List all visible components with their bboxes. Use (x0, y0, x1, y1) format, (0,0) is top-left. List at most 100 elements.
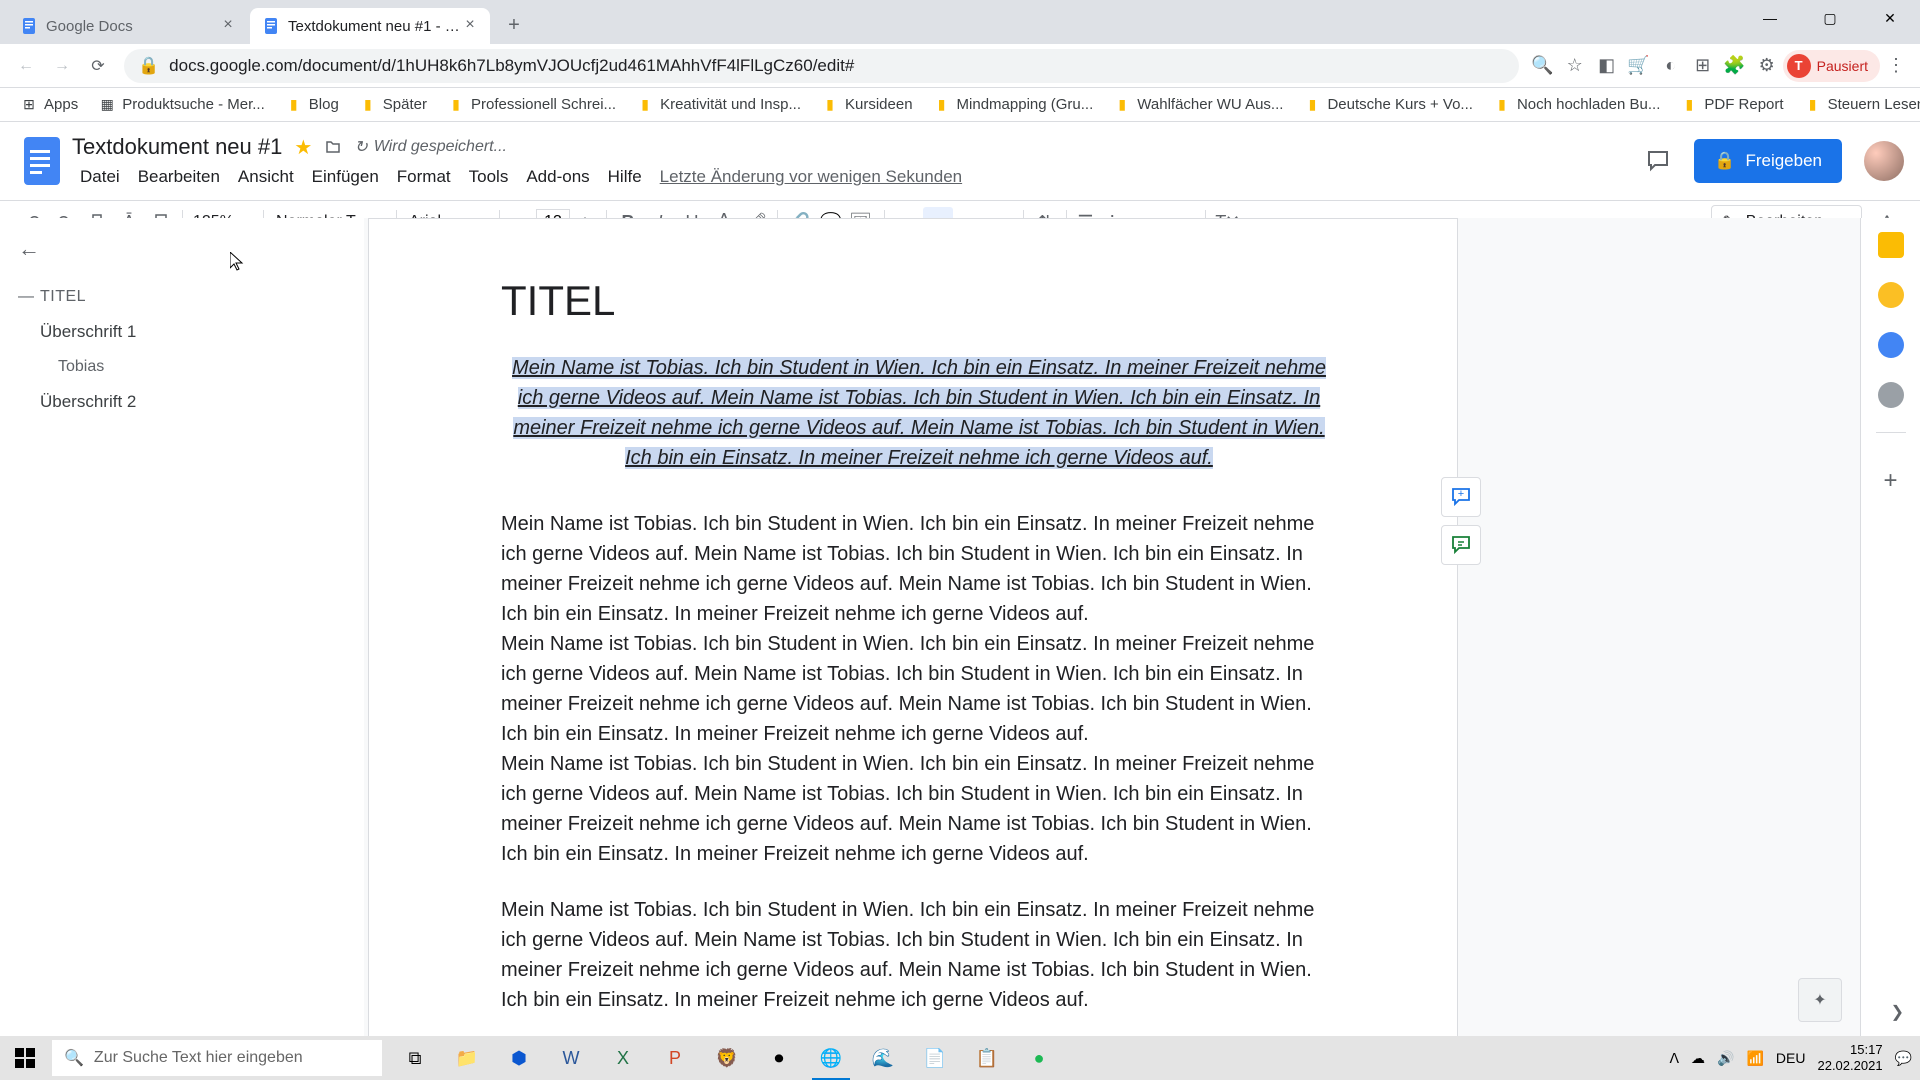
nav-back-button[interactable]: ← (8, 48, 44, 84)
docs-home-button[interactable] (16, 135, 68, 187)
taskbar-app[interactable]: 📋 (962, 1036, 1012, 1080)
taskbar-app-excel[interactable]: X (598, 1036, 648, 1080)
menu-bar: Datei Bearbeiten Ansicht Einfügen Format… (72, 163, 1636, 191)
taskbar-app-edge[interactable]: 🌊 (858, 1036, 908, 1080)
outline-collapse-button[interactable]: ← (18, 236, 346, 262)
outline-item[interactable]: Überschrift 2 (18, 384, 346, 420)
taskbar-app[interactable]: 📄 (910, 1036, 960, 1080)
document-paragraph[interactable]: Mein Name ist Tobias. Ich bin Student in… (501, 629, 1337, 749)
bookmark-item[interactable]: ▮Deutsche Kurs + Vo... (1295, 92, 1481, 118)
start-button[interactable] (0, 1036, 50, 1080)
task-view-button[interactable]: ⧉ (390, 1036, 440, 1080)
nav-reload-button[interactable]: ⟳ (80, 48, 116, 84)
move-button[interactable] (324, 138, 342, 156)
last-change-link[interactable]: Letzte Änderung vor wenigen Sekunden (660, 167, 962, 187)
outline-item[interactable]: Überschrift 1 (18, 314, 346, 350)
bookmark-item[interactable]: ▮Kursideen (813, 92, 921, 118)
tray-expand-icon[interactable]: ᐱ (1669, 1050, 1679, 1067)
clock[interactable]: 15:17 22.02.2021 (1817, 1042, 1882, 1073)
menu-help[interactable]: Hilfe (600, 163, 650, 191)
window-maximize-button[interactable]: ▢ (1800, 0, 1860, 36)
wifi-icon[interactable]: 📶 (1746, 1050, 1763, 1067)
zoom-icon[interactable]: 🔍 (1527, 50, 1559, 82)
contacts-addon-button[interactable] (1878, 382, 1904, 408)
cloud-icon[interactable]: ☁ (1691, 1050, 1705, 1067)
outline-item[interactable]: Tobias (18, 350, 346, 384)
menu-format[interactable]: Format (389, 163, 459, 191)
extension-icon[interactable]: 🛒 (1623, 50, 1655, 82)
side-panel-toggle[interactable]: ❯ (1891, 1002, 1904, 1022)
suggest-edit-button[interactable] (1441, 525, 1481, 565)
document-paragraph[interactable]: Mein Name ist Tobias. Ich bin Student in… (501, 749, 1337, 869)
extension-icon[interactable]: ⊞ (1687, 50, 1719, 82)
profile-button[interactable]: T Pausiert (1783, 50, 1880, 82)
taskbar-app-obs[interactable]: ⏺ (754, 1036, 804, 1080)
apps-shortcut[interactable]: ⊞Apps (12, 92, 86, 118)
chrome-menu-icon[interactable]: ⋮ (1880, 50, 1912, 82)
taskbar-app-word[interactable]: W (546, 1036, 596, 1080)
share-button[interactable]: 🔒 Freigeben (1694, 139, 1842, 183)
bookmark-item[interactable]: ▮Steuern Lesen !!!! (1796, 92, 1920, 118)
taskbar-app[interactable]: ⬢ (494, 1036, 544, 1080)
taskbar-app-explorer[interactable]: 📁 (442, 1036, 492, 1080)
star-button[interactable]: ★ (294, 135, 312, 160)
document-paragraph[interactable]: Mein Name ist Tobias. Ich bin Student in… (501, 895, 1337, 1015)
bookmark-item[interactable]: ▮Später (351, 92, 435, 118)
document-page[interactable]: TITEL Mein Name ist Tobias. Ich bin Stud… (368, 218, 1458, 1036)
bookmark-item[interactable]: ▮Noch hochladen Bu... (1485, 92, 1668, 118)
volume-icon[interactable]: 🔊 (1717, 1050, 1734, 1067)
apps-grid-icon: ⊞ (20, 96, 38, 114)
menu-edit[interactable]: Bearbeiten (130, 163, 228, 191)
tab-close-icon[interactable]: × (462, 18, 478, 34)
bookmark-item[interactable]: ▮Wahlfächer WU Aus... (1105, 92, 1291, 118)
bookmark-item[interactable]: ▮Blog (277, 92, 347, 118)
extension-icon[interactable]: ⚙ (1751, 50, 1783, 82)
bookmark-item[interactable]: ▮Kreativität und Insp... (628, 92, 809, 118)
url-text: docs.google.com/document/d/1hUH8k6h7Lb8y… (169, 56, 854, 76)
extension-icon[interactable]: ◧ (1591, 50, 1623, 82)
explore-button[interactable]: ✦ (1798, 978, 1842, 1022)
bookmark-star-icon[interactable]: ☆ (1559, 50, 1591, 82)
taskbar-app-chrome[interactable]: 🌐 (806, 1036, 856, 1080)
menu-view[interactable]: Ansicht (230, 163, 302, 191)
docs-favicon-icon (262, 17, 280, 35)
new-tab-button[interactable]: + (500, 12, 528, 40)
window-close-button[interactable]: ✕ (1860, 0, 1920, 36)
folder-icon: ▮ (1804, 96, 1822, 114)
browser-tab-docs-home[interactable]: Google Docs × (8, 8, 248, 44)
menu-addons[interactable]: Add-ons (518, 163, 597, 191)
taskbar-app-spotify[interactable]: ● (1014, 1036, 1064, 1080)
bookmark-item[interactable]: ▮Mindmapping (Gru... (925, 92, 1102, 118)
url-bar[interactable]: 🔒 docs.google.com/document/d/1hUH8k6h7Lb… (124, 49, 1519, 83)
taskbar-app[interactable]: 🦁 (702, 1036, 752, 1080)
notifications-icon[interactable]: 💬 (1895, 1050, 1912, 1067)
keep-addon-button[interactable] (1878, 282, 1904, 308)
document-heading-title[interactable]: TITEL (501, 277, 1337, 325)
taskbar-search[interactable]: 🔍 Zur Suche Text hier eingeben (52, 1040, 382, 1076)
document-title[interactable]: Textdokument neu #1 (72, 134, 282, 160)
document-paragraph-selected[interactable]: Mein Name ist Tobias. Ich bin Student in… (501, 353, 1337, 473)
bookmark-item[interactable]: ▦Produktsuche - Mer... (90, 92, 273, 118)
taskbar-app-powerpoint[interactable]: P (650, 1036, 700, 1080)
language-indicator[interactable]: DEU (1776, 1050, 1806, 1066)
document-canvas[interactable]: TITEL Mein Name ist Tobias. Ich bin Stud… (364, 218, 1860, 1036)
bookmark-item[interactable]: ▮Professionell Schrei... (439, 92, 624, 118)
browser-tab-document[interactable]: Textdokument neu #1 - Google... × (250, 8, 490, 44)
outline-item[interactable]: TITEL (18, 280, 346, 314)
document-paragraph[interactable]: Mein Name ist Tobias. Ich bin Student in… (501, 509, 1337, 629)
window-minimize-button[interactable]: — (1740, 0, 1800, 36)
menu-tools[interactable]: Tools (461, 163, 517, 191)
account-avatar[interactable] (1864, 141, 1904, 181)
tab-close-icon[interactable]: × (220, 18, 236, 34)
menu-insert[interactable]: Einfügen (304, 163, 387, 191)
get-addons-button[interactable]: + (1883, 467, 1897, 495)
add-comment-button[interactable]: + (1441, 477, 1481, 517)
calendar-addon-button[interactable] (1878, 232, 1904, 258)
nav-forward-button[interactable]: → (44, 48, 80, 84)
extensions-puzzle-icon[interactable]: 🧩 (1719, 50, 1751, 82)
comment-history-button[interactable] (1636, 139, 1680, 183)
menu-file[interactable]: Datei (72, 163, 128, 191)
extension-icon[interactable]: ◐ (1655, 50, 1687, 82)
bookmark-item[interactable]: ▮PDF Report (1672, 92, 1791, 118)
tasks-addon-button[interactable] (1878, 332, 1904, 358)
